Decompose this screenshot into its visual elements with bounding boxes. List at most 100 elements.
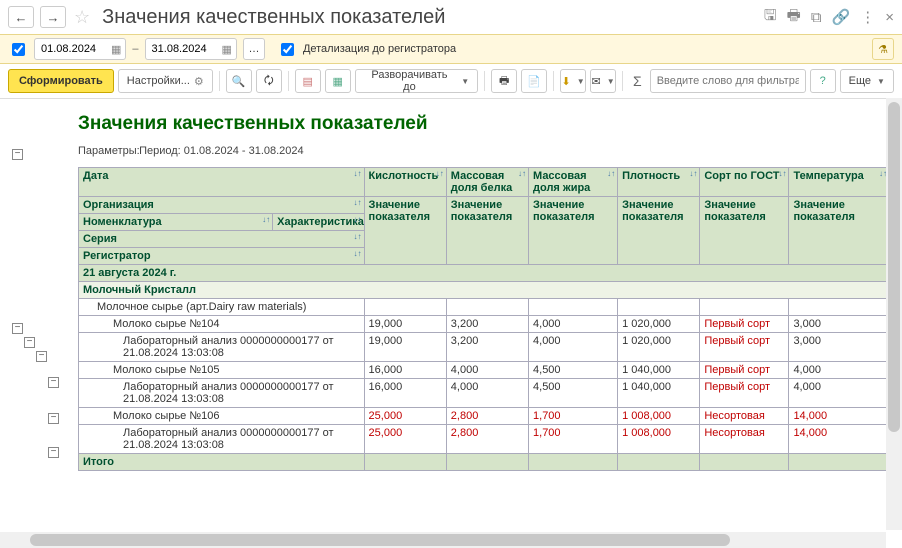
print-button[interactable]: 🖶 — [491, 69, 517, 93]
sort-icon[interactable]: ↓↑ — [354, 170, 362, 177]
date-from-field[interactable]: ▦ — [34, 38, 126, 60]
series-row[interactable]: Молоко сырье №10625,0002,8001,7001 008,0… — [79, 408, 890, 425]
cell-temp: 3,000 — [789, 333, 890, 362]
tree-collapse-node[interactable]: − — [48, 413, 59, 424]
more-menu-icon[interactable]: ⋮ — [860, 8, 875, 26]
sort-icon[interactable]: ↓↑ — [607, 170, 615, 177]
close-icon[interactable]: × — [885, 9, 894, 26]
sort-icon[interactable]: ↓↑ — [778, 170, 786, 177]
cell-fat: 4,500 — [529, 362, 618, 379]
col-char[interactable]: Характеристика↓↑ — [273, 214, 364, 231]
col-series[interactable]: Серия ↓↑ — [79, 231, 365, 248]
horizontal-scrollbar[interactable] — [0, 532, 886, 548]
save-icon[interactable]: 🖫 — [764, 5, 777, 30]
sort-icon[interactable]: ↓↑ — [689, 170, 697, 177]
sort-icon[interactable]: ↓↑ — [518, 170, 526, 177]
col-protein[interactable]: Массовая доля белка↓↑ — [446, 168, 528, 197]
group-nomen-row[interactable]: Молочное сырье (арт.Dairy raw materials) — [79, 299, 890, 316]
registrar-name: Лабораторный анализ 0000000000177 от 21.… — [79, 425, 365, 454]
detail-checkbox[interactable] — [281, 43, 294, 56]
col-registr[interactable]: Регистратор ↓↑ — [79, 248, 365, 265]
sort-icon[interactable]: ↓↑ — [436, 170, 444, 177]
filter-funnel-icon[interactable]: ⚗ — [872, 38, 894, 60]
expand-groups-button[interactable]: ▦ — [325, 69, 351, 93]
report-main: Значения качественных показателей Параме… — [78, 109, 890, 471]
quick-filter-input[interactable] — [650, 69, 806, 93]
col-value[interactable]: Значение показателя — [364, 197, 446, 265]
series-row[interactable]: Молоко сырье №10516,0004,0004,5001 040,0… — [79, 362, 890, 379]
col-value[interactable]: Значение показателя — [529, 197, 618, 265]
send-button[interactable]: ✉▼ — [590, 69, 616, 93]
tree-collapse-node[interactable]: − — [36, 351, 47, 362]
expand-to-button[interactable]: Разворачивать до ▼ — [355, 69, 479, 93]
col-temp[interactable]: Температура↓↑ — [789, 168, 890, 197]
col-label: Организация — [83, 199, 154, 211]
tree-collapse-node[interactable]: − — [12, 149, 23, 160]
cell-gost: Несортовая — [700, 408, 789, 425]
date-to-field[interactable]: ▦ — [145, 38, 237, 60]
col-label: Значение показателя — [704, 199, 765, 223]
cell-density: 1 040,000 — [618, 362, 700, 379]
cell-protein: 3,200 — [446, 333, 528, 362]
period-picker-button[interactable]: … — [243, 38, 265, 60]
scrollbar-thumb[interactable] — [30, 534, 730, 546]
report-viewport[interactable]: − − − − − − − Значения качественных пока… — [0, 98, 902, 548]
page-setup-button[interactable]: 📄 — [521, 69, 547, 93]
tree-collapse-node[interactable]: − — [12, 323, 23, 334]
registrar-row[interactable]: Лабораторный анализ 0000000000177 от 21.… — [79, 333, 890, 362]
favorite-star-icon[interactable]: ☆ — [74, 7, 90, 28]
col-label: Серия — [83, 233, 117, 245]
print-icon[interactable]: 🖶 — [787, 5, 801, 30]
series-name: Молоко сырье №104 — [79, 316, 365, 333]
search-icon: 🔍 — [232, 75, 246, 88]
sigma-icon[interactable]: Σ — [633, 73, 642, 89]
tree-collapse-node[interactable]: − — [24, 337, 35, 348]
sort-icon[interactable]: ↓↑ — [354, 199, 362, 206]
tree-collapse-node[interactable]: − — [48, 447, 59, 458]
scrollbar-thumb[interactable] — [888, 102, 900, 432]
save-report-button[interactable]: ⬇▼ — [560, 69, 586, 93]
expand-to-label: Разворачивать до — [364, 69, 456, 93]
col-acidity[interactable]: Кислотность↓↑ — [364, 168, 446, 197]
col-fat[interactable]: Массовая доля жира↓↑ — [529, 168, 618, 197]
group-date-row[interactable]: 21 августа 2024 г. — [79, 265, 890, 282]
col-nomen[interactable]: Номенклатура↓↑ — [79, 214, 273, 231]
col-value[interactable]: Значение показателя — [618, 197, 700, 265]
group-org-row[interactable]: Молочный Кристалл — [79, 282, 890, 299]
series-row[interactable]: Молоко сырье №10419,0003,2004,0001 020,0… — [79, 316, 890, 333]
col-value[interactable]: Значение показателя — [789, 197, 890, 265]
find-button[interactable]: 🔍 — [226, 69, 252, 93]
registrar-row[interactable]: Лабораторный анализ 0000000000177 от 21.… — [79, 379, 890, 408]
filter-bar: ▦ – ▦ … Детализация до регистратора ⚗ — [0, 34, 902, 64]
sort-icon[interactable]: ↓↑ — [354, 250, 362, 257]
date-to-input[interactable] — [150, 42, 218, 56]
col-value[interactable]: Значение показателя — [700, 197, 789, 265]
nav-forward-button[interactable]: → — [40, 6, 66, 28]
col-gost[interactable]: Сорт по ГОСТ↓↑ — [700, 168, 789, 197]
period-enable-checkbox[interactable] — [12, 43, 25, 56]
col-org[interactable]: Организация ↓↑ — [79, 197, 365, 214]
refresh-button[interactable]: 🗘 — [256, 69, 282, 93]
date-from-input[interactable] — [39, 42, 107, 56]
settings-label: Настройки... — [127, 75, 190, 87]
link-icon[interactable]: 🔗 — [832, 8, 851, 26]
sort-icon[interactable]: ↓↑ — [262, 216, 270, 223]
calendar-icon[interactable]: ▦ — [222, 43, 232, 56]
settings-button[interactable]: Настройки... ⚙ — [118, 69, 213, 93]
generate-button[interactable]: Сформировать — [8, 69, 114, 93]
col-density[interactable]: Плотность↓↑ — [618, 168, 700, 197]
help-button[interactable]: ? — [810, 69, 836, 93]
tree-collapse-node[interactable]: − — [48, 377, 59, 388]
col-label: Регистратор — [83, 250, 151, 262]
vertical-scrollbar[interactable] — [886, 98, 902, 530]
registrar-row[interactable]: Лабораторный анализ 0000000000177 от 21.… — [79, 425, 890, 454]
col-value[interactable]: Значение показателя — [446, 197, 528, 265]
more-button[interactable]: Еще ▼ — [840, 69, 894, 93]
nav-back-button[interactable]: ← — [8, 6, 34, 28]
calendar-icon[interactable]: ▦ — [111, 43, 121, 56]
sort-icon[interactable]: ↓↑ — [354, 233, 362, 240]
collapse-groups-button[interactable]: ▤ — [295, 69, 321, 93]
preview-icon[interactable]: ⧉ — [811, 9, 822, 26]
sort-icon[interactable]: ↓↑ — [354, 216, 362, 223]
col-date[interactable]: Дата↓↑ — [79, 168, 365, 197]
